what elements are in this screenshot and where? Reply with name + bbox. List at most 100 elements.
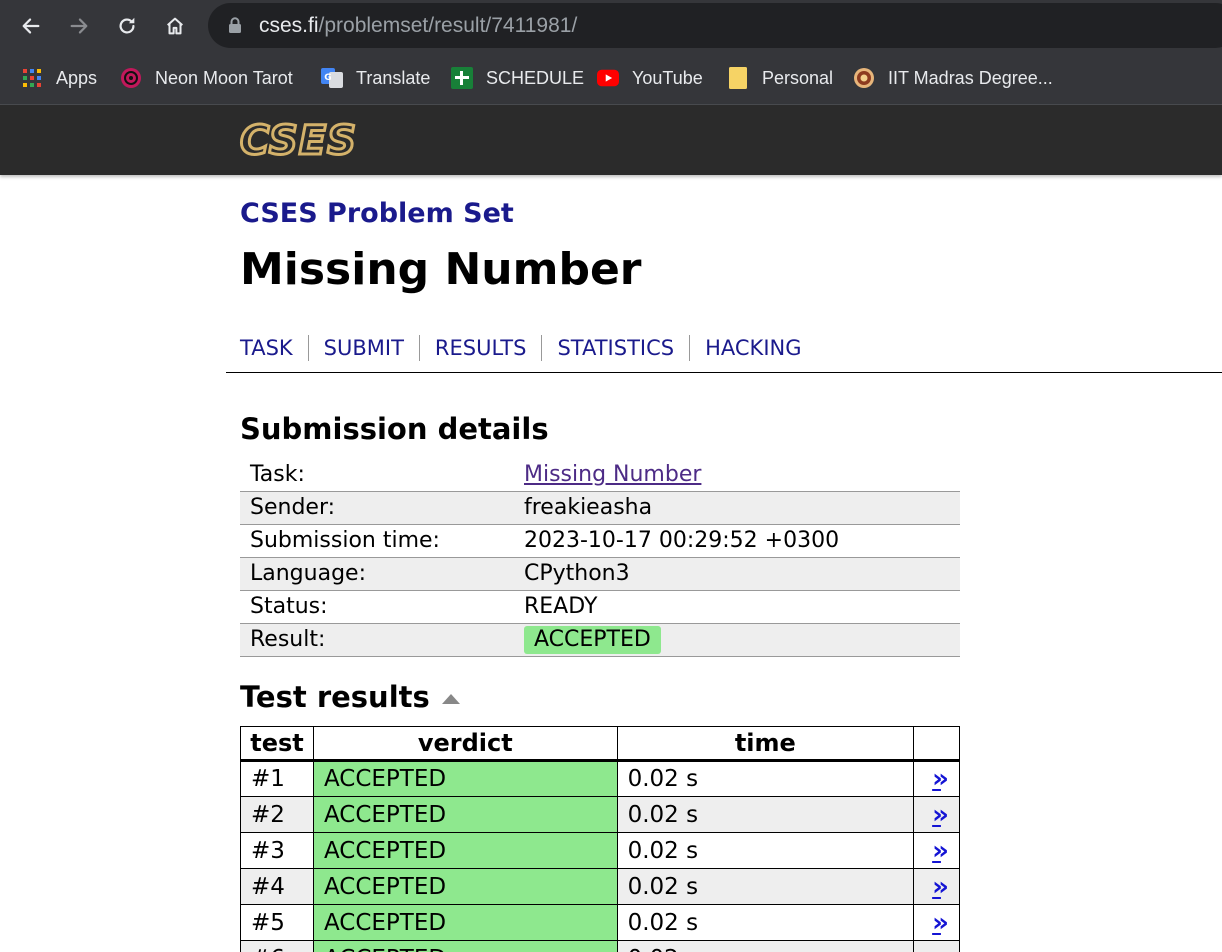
bookmark-iit-madras[interactable]: IIT Madras Degree... (853, 65, 1053, 91)
details-row-task: Task: Missing Number (240, 458, 960, 492)
tab-submit[interactable]: SUBMIT (324, 336, 404, 360)
view-test-link-icon[interactable]: » (932, 908, 949, 938)
view-test-link-icon[interactable]: » (932, 764, 949, 794)
forward-arrow-icon (70, 18, 88, 34)
submission-details-heading: Submission details (240, 412, 549, 446)
apps-grid-icon (21, 67, 43, 89)
details-label: Sender: (240, 491, 514, 525)
col-test: test (240, 726, 314, 762)
table-row: #5 ACCEPTED 0.02 s » (240, 904, 960, 941)
tab-task[interactable]: TASK (240, 336, 293, 360)
bookmark-label: Neon Moon Tarot (155, 67, 293, 88)
test-verdict: ACCEPTED (312, 904, 618, 941)
test-verdict: ACCEPTED (312, 868, 618, 905)
nav-divider (307, 335, 309, 361)
home-button[interactable] (159, 10, 191, 42)
tab-results[interactable]: RESULTS (435, 336, 527, 360)
test-number: #2 (240, 796, 314, 833)
details-label: Result: (240, 623, 514, 657)
bookmark-label: SCHEDULE (486, 67, 585, 88)
back-button[interactable] (15, 10, 47, 42)
address-bar[interactable]: cses.fi/problemset/result/7411981/ (208, 3, 1222, 48)
reload-button[interactable] (111, 10, 143, 42)
google-translate-icon: G (321, 67, 343, 89)
bookmark-label: Apps (56, 67, 98, 88)
view-test-link-icon[interactable]: » (932, 800, 949, 830)
details-value: ACCEPTED (514, 623, 960, 657)
youtube-icon (597, 67, 619, 89)
nav-divider (689, 335, 691, 361)
bookmark-schedule[interactable]: SCHEDULE (451, 65, 584, 91)
details-label: Task: (240, 458, 514, 492)
sheets-icon (451, 67, 473, 89)
tarot-icon (120, 67, 142, 89)
submission-details-table: Task: Missing Number Sender: freakieasha… (240, 458, 960, 657)
details-value: freakieasha (514, 491, 960, 525)
collapse-triangle-icon[interactable] (441, 694, 460, 704)
iitm-logo-icon (853, 67, 875, 89)
test-time: 0.02 s (616, 832, 915, 869)
table-row: #1 ACCEPTED 0.02 s » (240, 760, 960, 797)
problemset-title[interactable]: CSES Problem Set (240, 198, 514, 229)
details-row-language: Language: CPython3 (240, 557, 960, 591)
test-verdict: ACCEPTED (312, 832, 618, 869)
table-row: #2 ACCEPTED 0.02 s » (240, 796, 960, 833)
table-row: #3 ACCEPTED 0.02 s » (240, 832, 960, 869)
test-time: 0.02 s (616, 796, 915, 833)
test-verdict: ACCEPTED (312, 796, 618, 833)
test-number: #6 (240, 940, 314, 952)
task-nav: TASK SUBMIT RESULTS STATISTICS HACKING (240, 333, 802, 363)
test-results-heading[interactable]: Test results (240, 680, 460, 714)
nav-divider-line (226, 372, 1222, 373)
bookmark-youtube[interactable]: YouTube (597, 65, 703, 91)
details-row-submission-time: Submission time: 2023-10-17 00:29:52 +03… (240, 524, 960, 558)
task-link[interactable]: Missing Number (524, 462, 701, 487)
tab-hacking[interactable]: HACKING (705, 336, 801, 360)
test-time: 0.02 s (616, 760, 915, 797)
details-row-result: Result: ACCEPTED (240, 623, 960, 657)
details-label: Status: (240, 590, 514, 624)
view-test-link-icon[interactable]: » (932, 944, 949, 952)
test-time: 0.02 s (616, 904, 915, 941)
test-number: #5 (240, 904, 314, 941)
test-number: #4 (240, 868, 314, 905)
view-test-link-icon[interactable]: » (932, 836, 949, 866)
details-value: 2023-10-17 00:29:52 +0300 (514, 524, 960, 558)
test-number: #3 (240, 832, 314, 869)
nav-divider (541, 335, 543, 361)
details-row-status: Status: READY (240, 590, 960, 624)
test-number: #1 (240, 760, 314, 797)
bookmark-neon-moon-tarot[interactable]: Neon Moon Tarot (120, 65, 293, 91)
details-value: Missing Number (514, 458, 960, 492)
page-title: Missing Number (240, 244, 642, 295)
details-value: CPython3 (514, 557, 960, 591)
col-time: time (616, 726, 915, 762)
nav-divider (418, 335, 420, 361)
view-test-link-icon[interactable]: » (932, 872, 949, 902)
test-details-cell: » (913, 940, 960, 952)
folder-icon (727, 67, 749, 89)
back-arrow-icon (22, 18, 40, 34)
results-header-row: test verdict time (240, 726, 960, 762)
col-details (913, 726, 960, 762)
test-details-cell: » (913, 868, 960, 905)
test-details-cell: » (913, 796, 960, 833)
test-details-cell: » (913, 832, 960, 869)
bookmark-translate[interactable]: G Translate (321, 65, 430, 91)
url-text: cses.fi/problemset/result/7411981/ (259, 14, 578, 37)
test-details-cell: » (913, 760, 960, 797)
browser-toolbar: cses.fi/problemset/result/7411981/ (0, 0, 1222, 52)
col-verdict: verdict (312, 726, 618, 762)
site-header: CSES (0, 105, 1222, 175)
test-results-heading-text: Test results (240, 680, 430, 714)
details-value: READY (514, 590, 960, 624)
bookmark-personal[interactable]: Personal (727, 65, 833, 91)
forward-button[interactable] (63, 10, 95, 42)
bookmark-apps[interactable]: Apps (21, 65, 97, 91)
lock-icon (229, 17, 241, 33)
bookmark-label: Personal (762, 67, 834, 88)
cses-logo[interactable]: CSES (238, 121, 378, 161)
test-verdict: ACCEPTED (312, 760, 618, 797)
tab-statistics[interactable]: STATISTICS (557, 336, 674, 360)
svg-text:CSES: CSES (240, 121, 357, 161)
